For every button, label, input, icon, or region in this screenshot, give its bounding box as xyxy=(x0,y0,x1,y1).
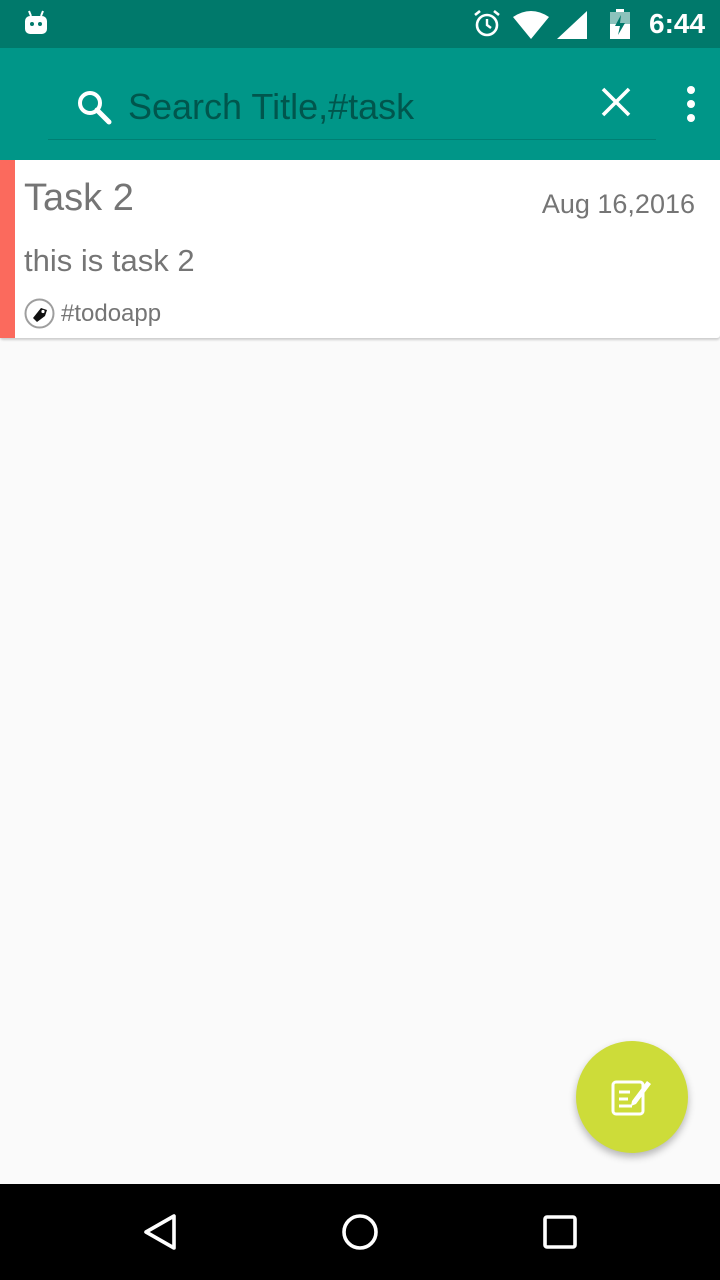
wifi-icon xyxy=(513,11,549,39)
status-clock: 6:44 xyxy=(649,8,706,39)
tag-icon xyxy=(24,298,55,329)
task-title: Task 2 xyxy=(24,177,134,219)
android-icon xyxy=(25,10,47,34)
task-card[interactable]: Task 2 Aug 16,2016 this is task 2 #todoa… xyxy=(0,160,720,338)
home-icon[interactable] xyxy=(336,1208,384,1256)
status-bar: 6:44 xyxy=(0,0,720,48)
search-input[interactable] xyxy=(126,80,590,134)
signal-icon xyxy=(557,11,587,39)
navigation-bar xyxy=(0,1184,720,1280)
priority-indicator xyxy=(0,160,15,338)
app-bar xyxy=(0,48,720,160)
task-tag[interactable]: #todoapp xyxy=(61,299,161,329)
back-icon[interactable] xyxy=(136,1208,184,1256)
search-icon xyxy=(78,91,112,125)
battery-icon xyxy=(610,9,630,39)
task-description: this is task 2 xyxy=(24,243,195,278)
alarm-icon xyxy=(474,9,500,37)
add-task-button[interactable] xyxy=(576,1041,688,1153)
search-box xyxy=(48,72,656,140)
close-icon[interactable] xyxy=(598,84,634,120)
edit-note-icon xyxy=(611,1080,651,1116)
task-date: Aug 16,2016 xyxy=(541,189,695,219)
recents-icon[interactable] xyxy=(536,1208,584,1256)
overflow-menu-icon[interactable] xyxy=(680,84,702,124)
